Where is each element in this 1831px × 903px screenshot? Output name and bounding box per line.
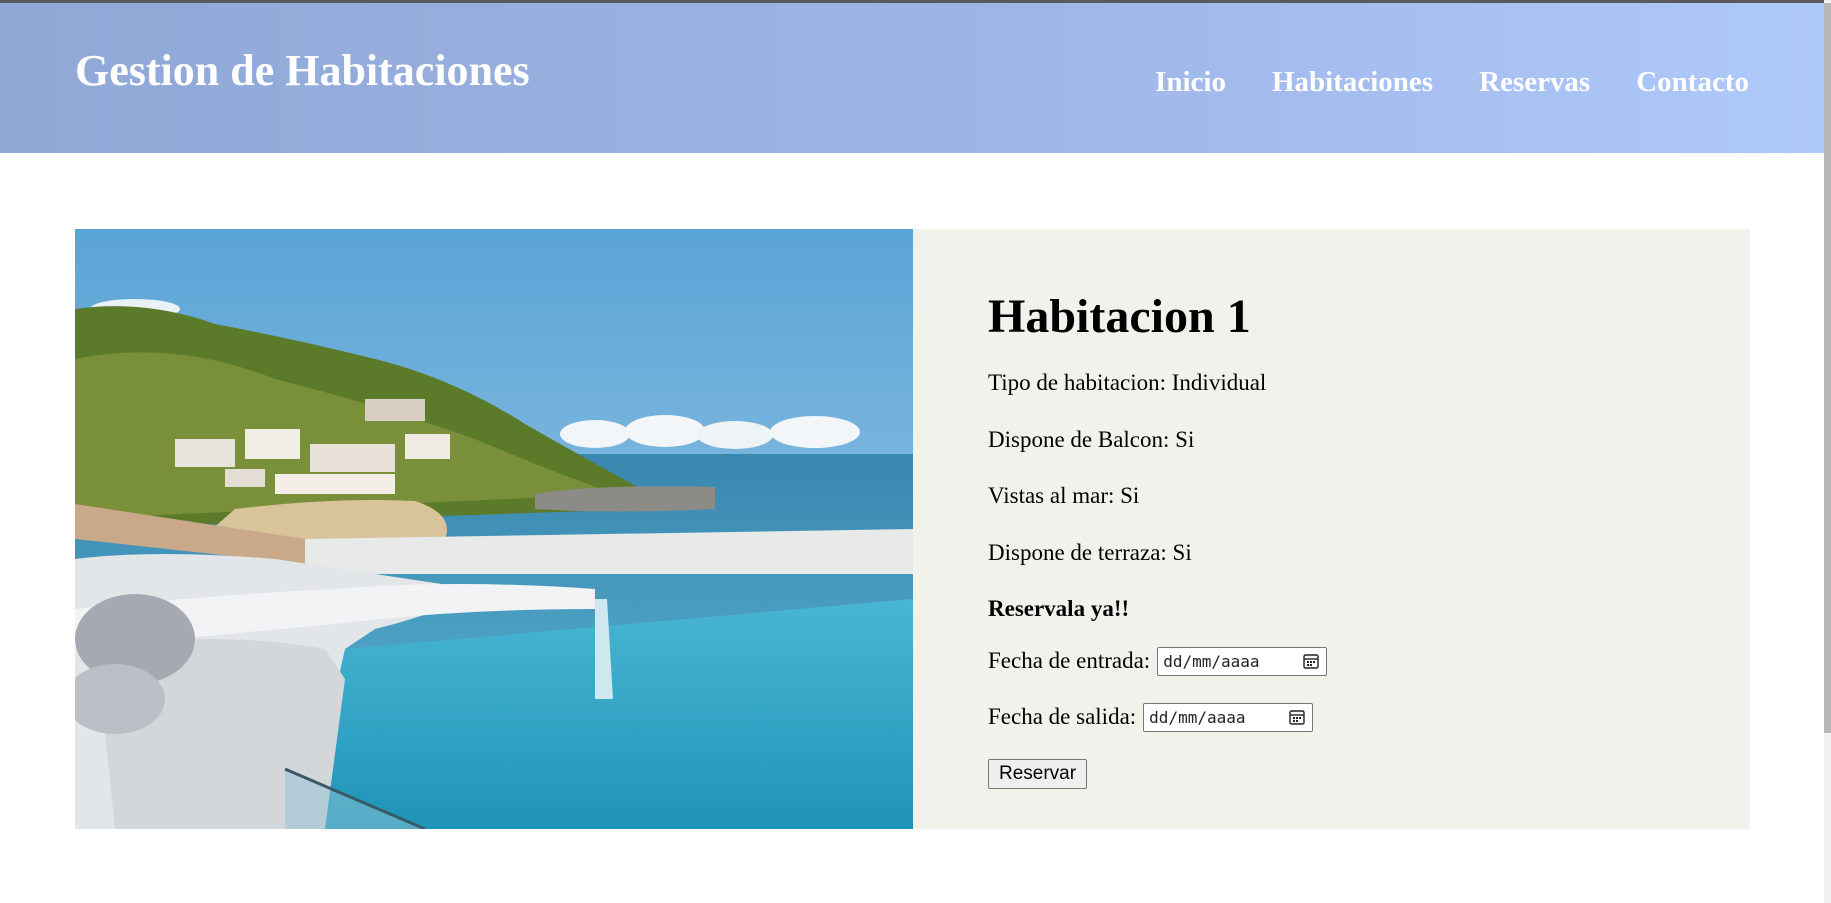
nav-link-habitaciones[interactable]: Habitaciones	[1272, 68, 1433, 97]
checkin-date-placeholder: dd/mm/aaaa	[1163, 651, 1260, 671]
calendar-icon[interactable]	[1288, 708, 1306, 726]
room-card: Habitacion 1 Tipo de habitacion: Individ…	[75, 229, 1750, 829]
room-balcony: Dispone de Balcon: Si	[988, 426, 1195, 452]
booking-cta: Reservala ya!!	[988, 596, 1130, 622]
room-type: Tipo de habitacion: Individual	[988, 370, 1267, 395]
checkout-label: Fecha de salida:	[988, 704, 1137, 730]
checkout-date-input[interactable]: dd/mm/aaaa	[1143, 702, 1314, 732]
room-info-panel: Habitacion 1 Tipo de habitacion: Individ…	[913, 229, 1750, 829]
room-title: Habitacion 1	[988, 290, 1251, 343]
nav-link-contacto[interactable]: Contacto	[1636, 68, 1749, 97]
nav-link-reservas[interactable]: Reservas	[1479, 68, 1590, 97]
room-photo	[75, 229, 913, 829]
checkin-label: Fecha de entrada:	[988, 648, 1151, 674]
room-sea-view: Vistas al mar: Si	[988, 483, 1140, 509]
nav-link-inicio[interactable]: Inicio	[1155, 68, 1226, 97]
checkout-date-placeholder: dd/mm/aaaa	[1149, 707, 1246, 727]
checkout-row: Fecha de salida: dd/mm/aaaa	[988, 702, 1750, 732]
vertical-scrollbar[interactable]	[1824, 0, 1831, 903]
reserve-button[interactable]: Reservar	[988, 758, 1088, 789]
site-title: Gestion de Habitaciones	[75, 46, 530, 95]
main-nav: Inicio Habitaciones Reservas Contacto	[1155, 68, 1749, 97]
site-header: Gestion de Habitaciones Inicio Habitacio…	[0, 3, 1824, 153]
calendar-icon[interactable]	[1302, 652, 1320, 670]
room-photo-illustration	[75, 229, 913, 829]
scrollbar-thumb[interactable]	[1824, 3, 1831, 733]
room-terrace: Dispone de terraza: Si	[988, 539, 1192, 565]
checkin-row: Fecha de entrada: dd/mm/aaaa	[988, 646, 1750, 676]
checkin-date-input[interactable]: dd/mm/aaaa	[1157, 646, 1328, 676]
